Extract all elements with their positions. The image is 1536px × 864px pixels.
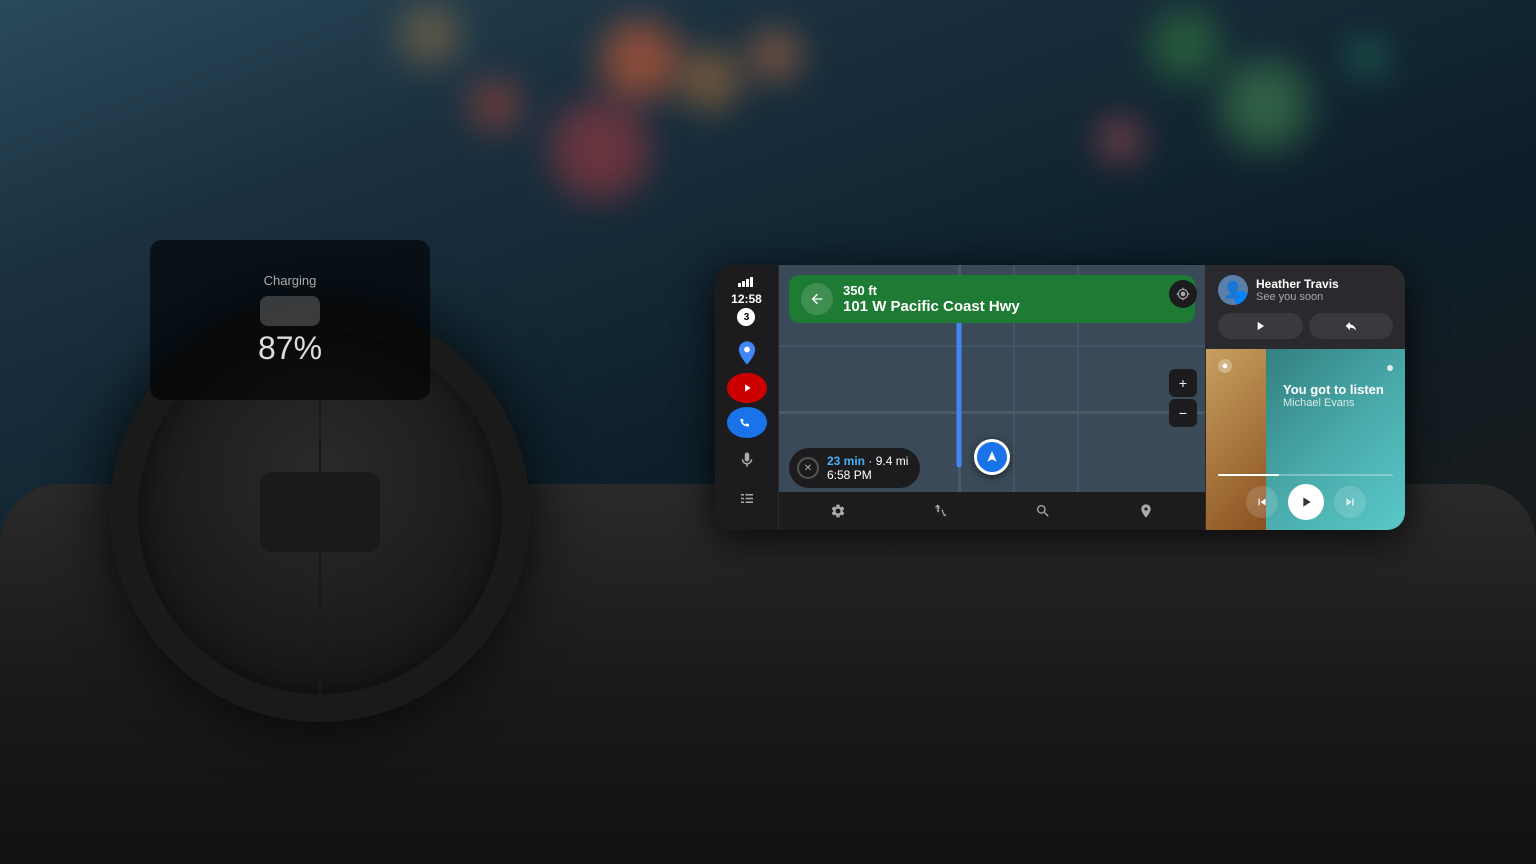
time-display: 12:58 bbox=[731, 292, 762, 306]
nav-text: 350 ft 101 W Pacific Coast Hwy bbox=[843, 283, 1020, 315]
sidebar: 12:58 3 bbox=[715, 265, 779, 530]
message-preview: See you soon bbox=[1256, 291, 1393, 303]
reply-message-button[interactable] bbox=[1309, 313, 1394, 339]
map-area: 350 ft 101 W Pacific Coast Hwy ✕ 23 min … bbox=[779, 265, 1205, 530]
music-controls bbox=[1218, 484, 1393, 520]
pin-button[interactable] bbox=[1132, 497, 1160, 525]
nav-turn-arrow bbox=[801, 283, 833, 315]
cluster-percent: 87% bbox=[258, 330, 322, 367]
bokeh-light-4 bbox=[750, 30, 800, 80]
sidebar-grid-icon[interactable] bbox=[729, 482, 765, 518]
eta-info: 23 min · 9.4 mi 6:58 PM bbox=[827, 454, 908, 482]
music-top-row bbox=[1218, 359, 1393, 376]
music-status-dot bbox=[1387, 365, 1393, 371]
map-location-button[interactable] bbox=[1169, 280, 1197, 308]
bokeh-light-5 bbox=[1150, 10, 1220, 80]
cluster-display: Charging 87% bbox=[150, 240, 430, 400]
position-marker bbox=[974, 439, 1010, 475]
music-service-icon bbox=[1218, 359, 1232, 376]
music-progress-bar bbox=[1218, 474, 1393, 476]
map-zoom-controls: + − bbox=[1169, 369, 1197, 427]
sidebar-icon-maps[interactable] bbox=[727, 338, 767, 369]
contact-name: Heather Travis bbox=[1256, 277, 1393, 291]
bokeh-light-6 bbox=[1220, 60, 1310, 150]
steering-wheel-area bbox=[0, 0, 700, 864]
messenger-badge bbox=[1234, 291, 1248, 305]
eta-duration: 23 min bbox=[827, 454, 865, 468]
notification-badge: 3 bbox=[737, 308, 755, 326]
sidebar-bottom-icons bbox=[729, 442, 765, 522]
music-next-button[interactable] bbox=[1334, 486, 1366, 518]
signal-icon bbox=[738, 277, 754, 290]
nav-road: 101 W Pacific Coast Hwy bbox=[843, 298, 1020, 315]
music-previous-button[interactable] bbox=[1246, 486, 1278, 518]
play-message-button[interactable] bbox=[1218, 313, 1303, 339]
eta-arrival: 6:58 PM bbox=[827, 468, 872, 482]
bokeh-light-7 bbox=[1100, 120, 1140, 160]
music-progress-fill bbox=[1218, 474, 1279, 476]
cluster-charging-label: Charging bbox=[264, 273, 317, 288]
routes-button[interactable] bbox=[927, 497, 955, 525]
android-auto-display: 12:58 3 bbox=[715, 265, 1405, 530]
settings-button[interactable] bbox=[824, 497, 852, 525]
eta-close-button[interactable]: ✕ bbox=[797, 457, 819, 479]
music-card: You got to listen Michael Evans bbox=[1206, 349, 1405, 530]
eta-bar: ✕ 23 min · 9.4 mi 6:58 PM bbox=[789, 448, 920, 488]
message-actions bbox=[1218, 313, 1393, 339]
eta-separator: · 9.4 mi bbox=[868, 454, 908, 468]
search-button[interactable] bbox=[1029, 497, 1057, 525]
message-meta: Heather Travis See you soon bbox=[1256, 277, 1393, 303]
right-panel: Heather Travis See you soon bbox=[1205, 265, 1405, 530]
nav-distance: 350 ft bbox=[843, 283, 1020, 298]
music-play-button[interactable] bbox=[1288, 484, 1324, 520]
music-title: You got to listen bbox=[1283, 382, 1393, 397]
bokeh-light-10 bbox=[1350, 40, 1385, 75]
contact-avatar bbox=[1218, 275, 1248, 305]
nav-instruction: 350 ft 101 W Pacific Coast Hwy bbox=[789, 275, 1195, 323]
map-toolbar bbox=[779, 492, 1205, 530]
sidebar-icon-phone[interactable] bbox=[727, 407, 767, 438]
sidebar-mic-icon[interactable] bbox=[729, 442, 765, 478]
music-artist: Michael Evans bbox=[1283, 397, 1393, 409]
music-info: You got to listen Michael Evans bbox=[1283, 382, 1393, 468]
message-header: Heather Travis See you soon bbox=[1218, 275, 1393, 305]
sidebar-icon-youtube-music[interactable] bbox=[727, 373, 767, 404]
zoom-in-button[interactable]: + bbox=[1169, 369, 1197, 397]
message-card: Heather Travis See you soon bbox=[1206, 265, 1405, 349]
status-bar: 12:58 3 bbox=[731, 273, 762, 334]
cluster-car-icon bbox=[260, 296, 320, 326]
zoom-out-button[interactable]: − bbox=[1169, 399, 1197, 427]
